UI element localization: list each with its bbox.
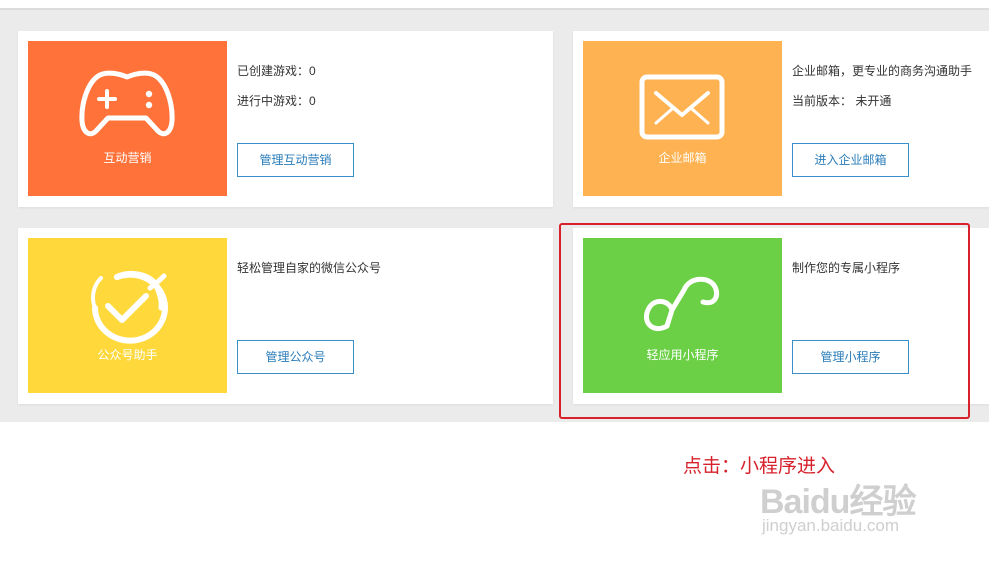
gamepad-icon: [79, 70, 175, 137]
card-info: 企业邮箱，更专业的商务沟通助手 当前版本： 未开通: [792, 65, 972, 107]
watermark-site: jingyan.baidu.com: [762, 516, 900, 535]
tile-label: 公众号助手: [97, 348, 158, 362]
checkmark-circle-icon: [91, 270, 168, 344]
card-info: 已创建游戏：0 进行中游戏：0: [237, 65, 316, 107]
official-account-description: 轻松管理自家的微信公众号: [237, 261, 382, 275]
enter-enterprise-mail-button[interactable]: 进入企业邮箱: [792, 143, 909, 177]
manage-official-account-button[interactable]: 管理公众号: [237, 340, 354, 374]
card-enterprise-mail: 企业邮箱 企业邮箱，更专业的商务沟通助手 当前版本： 未开通 进入企业邮箱: [573, 31, 989, 207]
envelope-icon: [639, 74, 725, 140]
ongoing-games-count: 进行中游戏：0: [237, 94, 316, 108]
card-official-account: 公众号助手 轻松管理自家的微信公众号 管理公众号: [18, 228, 553, 404]
tile-enterprise-mail[interactable]: 企业邮箱: [583, 41, 782, 196]
created-games-count: 已创建游戏：0: [237, 64, 316, 78]
card-info: 轻松管理自家的微信公众号: [237, 262, 381, 274]
manage-interactive-marketing-button[interactable]: 管理互动营销: [237, 143, 354, 177]
mail-version: 当前版本： 未开通: [792, 94, 892, 108]
baidu-jingyan-watermark: Baidu经验 jingyan.baidu.com: [760, 474, 950, 544]
mail-description: 企业邮箱，更专业的商务沟通助手: [792, 64, 973, 78]
tile-official-account[interactable]: 公众号助手: [28, 238, 227, 393]
tile-interactive-marketing[interactable]: 互动营销: [28, 41, 227, 196]
tile-label: 互动营销: [103, 151, 152, 165]
tile-label: 企业邮箱: [658, 151, 707, 165]
highlight-box: [559, 223, 970, 419]
card-interactive-marketing: 互动营销 已创建游戏：0 进行中游戏：0 管理互动营销: [18, 31, 553, 207]
